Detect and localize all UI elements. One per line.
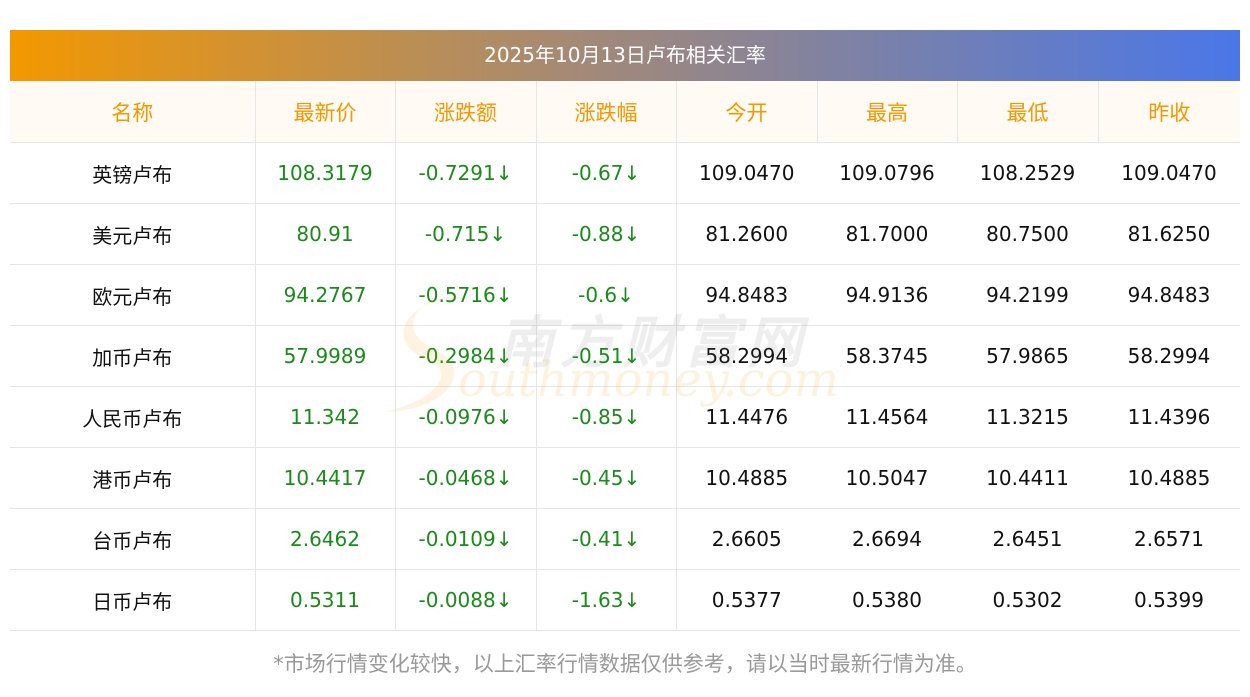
- cell-latest-price: 80.91: [255, 203, 396, 265]
- cell-prev-close: 109.0470: [1098, 142, 1240, 204]
- cell-pair-name: 欧元卢布: [10, 264, 256, 326]
- cell-high: 58.3745: [817, 325, 957, 387]
- cell-open: 58.2994: [676, 325, 817, 387]
- cell-latest-price: 0.5311: [255, 569, 396, 631]
- cell-low: 2.6451: [957, 508, 1098, 570]
- cell-prev-close: 11.4396: [1098, 386, 1240, 448]
- cell-low: 94.2199: [957, 264, 1098, 326]
- cell-change-percent: -0.6↓: [536, 264, 677, 326]
- cell-low: 80.7500: [957, 203, 1098, 265]
- cell-pair-name: 台币卢布: [10, 508, 256, 570]
- cell-prev-close: 94.8483: [1098, 264, 1240, 326]
- cell-prev-close: 10.4885: [1098, 447, 1240, 509]
- table-row: 欧元卢布 94.2767 -0.5716↓ -0.6↓ 94.8483 94.9136 94…: [10, 264, 1240, 326]
- table-row: 人民币卢布 11.342 -0.0976↓ -0.85↓ 11.4476 11.4564 1…: [10, 386, 1240, 448]
- cell-latest-price: 11.342: [255, 386, 396, 448]
- cell-pair-name: 美元卢布: [10, 203, 256, 265]
- cell-prev-close: 0.5399: [1098, 569, 1240, 631]
- cell-open: 94.8483: [676, 264, 817, 326]
- cell-high: 2.6694: [817, 508, 957, 570]
- table-row: 英镑卢布 108.3179 -0.7291↓ -0.67↓ 109.0470 109.07…: [10, 142, 1240, 204]
- cell-change-amount: -0.0468↓: [395, 447, 537, 509]
- disclaimer-footnote: *市场行情变化较快，以上汇率行情数据仅供参考，请以当时最新行情为准。: [273, 652, 977, 676]
- cell-pair-name: 日币卢布: [10, 569, 256, 631]
- table-row: 美元卢布 80.91 -0.715↓ -0.88↓ 81.2600 81.7000 80.7…: [10, 203, 1240, 265]
- header-name: 名称: [10, 81, 256, 143]
- table-row: 港币卢布 10.4417 -0.0468↓ -0.45↓ 10.4885 10.5047 1…: [10, 447, 1240, 509]
- cell-prev-close: 2.6571: [1098, 508, 1240, 570]
- cell-low: 10.4411: [957, 447, 1098, 509]
- cell-change-percent: -0.88↓: [536, 203, 677, 265]
- cell-high: 0.5380: [817, 569, 957, 631]
- cell-prev-close: 81.6250: [1098, 203, 1240, 265]
- header-latest-price: 最新价: [255, 81, 396, 143]
- cell-high: 81.7000: [817, 203, 957, 265]
- cell-open: 11.4476: [676, 386, 817, 448]
- cell-open: 109.0470: [676, 142, 817, 204]
- cell-high: 94.9136: [817, 264, 957, 326]
- cell-latest-price: 108.3179: [255, 142, 396, 204]
- cell-high: 10.5047: [817, 447, 957, 509]
- header-low: 最低: [957, 81, 1099, 143]
- page-title: 2025年10月13日卢布相关汇率: [10, 30, 1240, 81]
- table-row: 加币卢布 57.9989 -0.2984↓ -0.51↓ 58.2994 58.3745 5…: [10, 325, 1240, 387]
- cell-change-percent: -1.63↓: [536, 569, 677, 631]
- cell-change-percent: -0.41↓: [536, 508, 677, 570]
- cell-pair-name: 英镑卢布: [10, 142, 256, 204]
- cell-change-amount: -0.0976↓: [395, 386, 537, 448]
- cell-latest-price: 10.4417: [255, 447, 396, 509]
- exchange-rate-table: 名称 最新价 涨跌额 涨跌幅 今开 最高 最低 昨收 英镑卢布 108.3179-…: [10, 81, 1240, 631]
- header-open: 今开: [676, 81, 818, 143]
- cell-pair-name: 加币卢布: [10, 325, 256, 387]
- cell-change-amount: -0.2984↓: [395, 325, 537, 387]
- cell-latest-price: 2.6462: [255, 508, 396, 570]
- cell-change-percent: -0.51↓: [536, 325, 677, 387]
- cell-latest-price: 94.2767: [255, 264, 396, 326]
- header-change-percent: 涨跌幅: [536, 81, 677, 143]
- page: 2025年10月13日卢布相关汇率 名称 最新价 涨跌额 涨跌幅 今开 最高 最…: [0, 0, 1250, 697]
- cell-change-amount: -0.0088↓: [395, 569, 537, 631]
- header-prev-close: 昨收: [1098, 81, 1240, 143]
- cell-prev-close: 58.2994: [1098, 325, 1240, 387]
- table-row: 台币卢布 2.6462 -0.0109↓ -0.41↓ 2.6605 2.6694 2.64…: [10, 508, 1240, 570]
- header-change-amount: 涨跌额: [395, 81, 537, 143]
- cell-open: 81.2600: [676, 203, 817, 265]
- cell-change-amount: -0.715↓: [395, 203, 537, 265]
- cell-latest-price: 57.9989: [255, 325, 396, 387]
- cell-low: 11.3215: [957, 386, 1098, 448]
- cell-low: 0.5302: [957, 569, 1098, 631]
- header-high: 最高: [817, 81, 958, 143]
- cell-high: 109.0796: [817, 142, 957, 204]
- cell-change-percent: -0.67↓: [536, 142, 677, 204]
- table-row: 日币卢布 0.5311 -0.0088↓ -1.63↓ 0.5377 0.5380 0.53…: [10, 569, 1240, 631]
- cell-change-percent: -0.85↓: [536, 386, 677, 448]
- cell-open: 2.6605: [676, 508, 817, 570]
- cell-low: 57.9865: [957, 325, 1098, 387]
- cell-open: 0.5377: [676, 569, 817, 631]
- cell-low: 108.2529: [957, 142, 1098, 204]
- cell-pair-name: 人民币卢布: [10, 386, 256, 448]
- cell-change-amount: -0.5716↓: [395, 264, 537, 326]
- cell-pair-name: 港币卢布: [10, 447, 256, 509]
- cell-change-amount: -0.7291↓: [395, 142, 537, 204]
- table-header-row: 名称 最新价 涨跌额 涨跌幅 今开 最高 最低 昨收: [10, 81, 1240, 143]
- cell-change-percent: -0.45↓: [536, 447, 677, 509]
- cell-open: 10.4885: [676, 447, 817, 509]
- cell-high: 11.4564: [817, 386, 957, 448]
- cell-change-amount: -0.0109↓: [395, 508, 537, 570]
